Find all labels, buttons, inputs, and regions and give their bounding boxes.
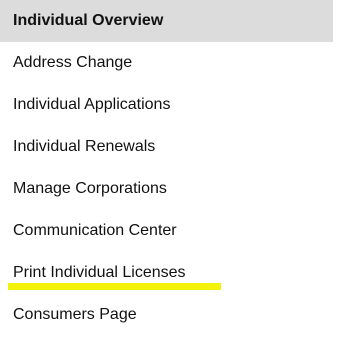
nav-item-consumers-page[interactable]: Consumers Page bbox=[0, 294, 333, 336]
nav-item-individual-applications[interactable]: Individual Applications bbox=[0, 84, 333, 126]
nav-item-individual-overview[interactable]: Individual Overview bbox=[0, 0, 333, 42]
nav-item-label: Communication Center bbox=[13, 222, 177, 239]
nav-item-label: Print Individual Licenses bbox=[13, 264, 186, 281]
nav-item-label: Individual Renewals bbox=[13, 138, 156, 155]
nav-item-manage-corporations[interactable]: Manage Corporations bbox=[0, 168, 333, 210]
nav-item-label: Individual Overview bbox=[13, 12, 164, 29]
nav-item-label: Consumers Page bbox=[13, 306, 137, 323]
sidebar-nav-menu: Individual Overview Address Change Indiv… bbox=[0, 0, 333, 336]
nav-item-label: Manage Corporations bbox=[13, 180, 167, 197]
nav-item-label: Address Change bbox=[13, 54, 133, 71]
nav-item-communication-center[interactable]: Communication Center bbox=[0, 210, 333, 252]
nav-item-label: Individual Applications bbox=[13, 96, 171, 113]
nav-item-address-change[interactable]: Address Change bbox=[0, 42, 333, 84]
highlighter-mark bbox=[8, 283, 221, 290]
nav-item-print-individual-licenses[interactable]: Print Individual Licenses bbox=[0, 252, 333, 294]
nav-item-individual-renewals[interactable]: Individual Renewals bbox=[0, 126, 333, 168]
